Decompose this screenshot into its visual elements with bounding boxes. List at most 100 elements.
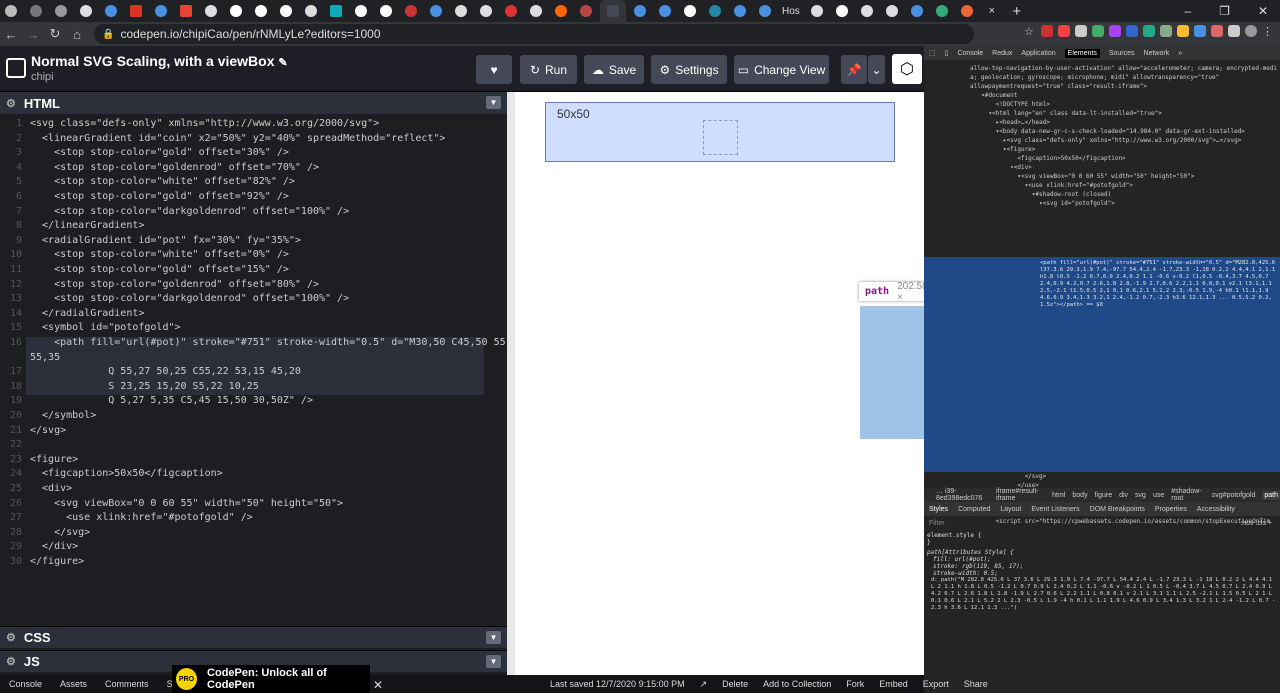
device-icon[interactable]: ▯ (945, 49, 949, 57)
selected-node[interactable]: <path fill="url(#pot)" stroke="#751" str… (924, 257, 1280, 472)
pencil-icon[interactable]: ✎ (278, 57, 287, 69)
maximize-icon[interactable]: ❐ (1219, 4, 1230, 18)
new-tab-button[interactable]: + (1006, 2, 1028, 20)
codepen-logo-icon[interactable] (6, 58, 26, 78)
tab[interactable] (806, 2, 828, 20)
pin-button[interactable]: 📌 (841, 55, 867, 84)
dom-tree-row[interactable]: allowpaymentrequest="true" class="result… (970, 82, 1147, 91)
inspect-icon[interactable]: ⬚ (929, 49, 936, 57)
embed-button[interactable]: Embed (879, 679, 908, 689)
tab[interactable] (300, 2, 322, 20)
gear-icon[interactable]: ⚙ (6, 655, 16, 668)
tab[interactable] (956, 2, 978, 20)
tab[interactable] (400, 2, 422, 20)
breadcrumb-item[interactable]: … i39-8ed398edc076 (936, 488, 989, 502)
devtools-tab[interactable]: Sources (1109, 50, 1135, 57)
tab[interactable] (831, 2, 853, 20)
styles-tab[interactable]: Layout (1000, 506, 1021, 513)
add-to-collection-button[interactable]: Add to Collection (763, 679, 831, 689)
dom-tree-row[interactable]: ▾<svg viewBox="0 0 60 55" width="50" hei… (974, 172, 1194, 181)
breadcrumb-item[interactable]: html (1052, 492, 1065, 499)
dom-tree-row[interactable]: a; geolocation; gyroscope; microphone; m… (970, 73, 1219, 82)
dom-tree-row[interactable]: ▾<div> (974, 163, 1032, 172)
extension-icon[interactable] (1211, 25, 1223, 37)
tab[interactable] (250, 2, 272, 20)
pen-author[interactable]: chipi (31, 71, 54, 83)
breadcrumb-item[interactable]: svg (1135, 492, 1146, 499)
tab[interactable] (525, 2, 547, 20)
css-editor-header[interactable]: ⚙ CSS ▼ (0, 626, 507, 648)
tab[interactable] (629, 2, 651, 20)
settings-button[interactable]: ⚙ Settings (651, 55, 727, 84)
breadcrumb-item[interactable]: svg#potofgold (1212, 492, 1256, 499)
devtools-tab[interactable]: Application (1021, 50, 1055, 57)
resize-handle[interactable] (507, 92, 515, 675)
close-icon[interactable]: ✕ (373, 678, 383, 692)
dom-tree-row[interactable]: ▾<use xlink:href="#potofgold"> (974, 181, 1133, 190)
extension-icon[interactable] (1075, 25, 1087, 37)
tab[interactable] (931, 2, 953, 20)
breadcrumb-item[interactable]: iframe#result-iframe (996, 488, 1045, 502)
star-icon[interactable]: ☆ (1024, 25, 1036, 38)
heart-button[interactable]: ♥ (476, 55, 512, 84)
chevron-down-icon[interactable]: ▼ (486, 655, 501, 668)
tab-hos[interactable]: Hos (779, 2, 803, 20)
tab[interactable] (881, 2, 903, 20)
tab[interactable] (150, 2, 172, 20)
tab[interactable] (654, 2, 676, 20)
dom-tree-row[interactable]: <figcaption>50x50</figcaption> (974, 154, 1125, 163)
tab[interactable] (450, 2, 472, 20)
filter-options[interactable]: :hov .cls + (1240, 520, 1272, 527)
tab[interactable] (679, 2, 701, 20)
tab[interactable] (100, 2, 122, 20)
save-button[interactable]: ☁ Save (584, 55, 644, 84)
extension-icon[interactable] (1177, 25, 1189, 37)
devtools-tab[interactable]: Network (1144, 50, 1170, 57)
tab[interactable]: × (981, 2, 1003, 20)
tab[interactable] (225, 2, 247, 20)
tab[interactable] (75, 2, 97, 20)
pin-dropdown-button[interactable]: ⌄ (868, 55, 885, 84)
styles-tab[interactable]: Computed (958, 506, 990, 513)
back-icon[interactable]: ← (0, 27, 22, 42)
menu-icon[interactable]: ⋮ (1262, 25, 1274, 38)
external-link-icon[interactable]: ↗ (700, 679, 708, 690)
dom-tree-row[interactable]: ▾#document (974, 91, 1017, 100)
styles-tab[interactable]: Event Listeners (1031, 506, 1079, 513)
dom-tree-row[interactable]: ▾<svg id="potofgold"> (974, 199, 1115, 208)
forward-icon[interactable]: → (22, 27, 44, 42)
breadcrumb-item[interactable]: path (1262, 490, 1280, 500)
tab[interactable] (275, 2, 297, 20)
pro-promo[interactable]: PRO CodePen: Unlock all of CodePen (172, 665, 370, 693)
reload-icon[interactable]: ↻ (44, 26, 66, 42)
tab[interactable] (729, 2, 751, 20)
breadcrumb-item[interactable]: body (1072, 492, 1087, 499)
footer-comments[interactable]: Comments (96, 679, 158, 689)
tab[interactable] (500, 2, 522, 20)
profile-icon[interactable] (1245, 25, 1257, 37)
gear-icon[interactable]: ⚙ (6, 97, 16, 110)
pen-title[interactable]: Normal SVG Scaling, with a viewBox ✎ (31, 53, 288, 69)
fork-button[interactable]: Fork (846, 679, 864, 689)
footer-console[interactable]: Console (0, 679, 51, 689)
tab-active[interactable] (600, 0, 626, 22)
delete-button[interactable]: Delete (722, 679, 748, 689)
tab[interactable] (125, 2, 147, 20)
devtools-tab[interactable]: Redux (992, 50, 1012, 57)
dom-tree-row[interactable]: ▸<svg class="defs-only" xmlns="http://ww… (974, 136, 1241, 145)
breadcrumb-item[interactable]: div (1119, 492, 1128, 499)
run-button[interactable]: ↻ Run (520, 55, 577, 84)
extension-icon[interactable] (1041, 25, 1053, 37)
export-button[interactable]: Export (923, 679, 949, 689)
breadcrumb-item[interactable]: use (1153, 492, 1164, 499)
home-icon[interactable]: ⌂ (66, 27, 88, 42)
dom-tree-row[interactable]: ▾<body data-new-gr-c-s-check-loaded="14.… (974, 127, 1245, 136)
extension-icon[interactable] (1194, 25, 1206, 37)
close-icon[interactable]: ✕ (1258, 4, 1268, 18)
minimize-icon[interactable]: – (1184, 4, 1191, 18)
dom-tree-row[interactable]: <!DOCTYPE html> (974, 100, 1050, 109)
extension-icon[interactable] (1058, 25, 1070, 37)
dom-tree-row[interactable]: ▾<figure> (974, 145, 1036, 154)
devtools-tab[interactable]: Console (957, 50, 983, 57)
change-view-button[interactable]: ▭ Change View (734, 55, 829, 84)
